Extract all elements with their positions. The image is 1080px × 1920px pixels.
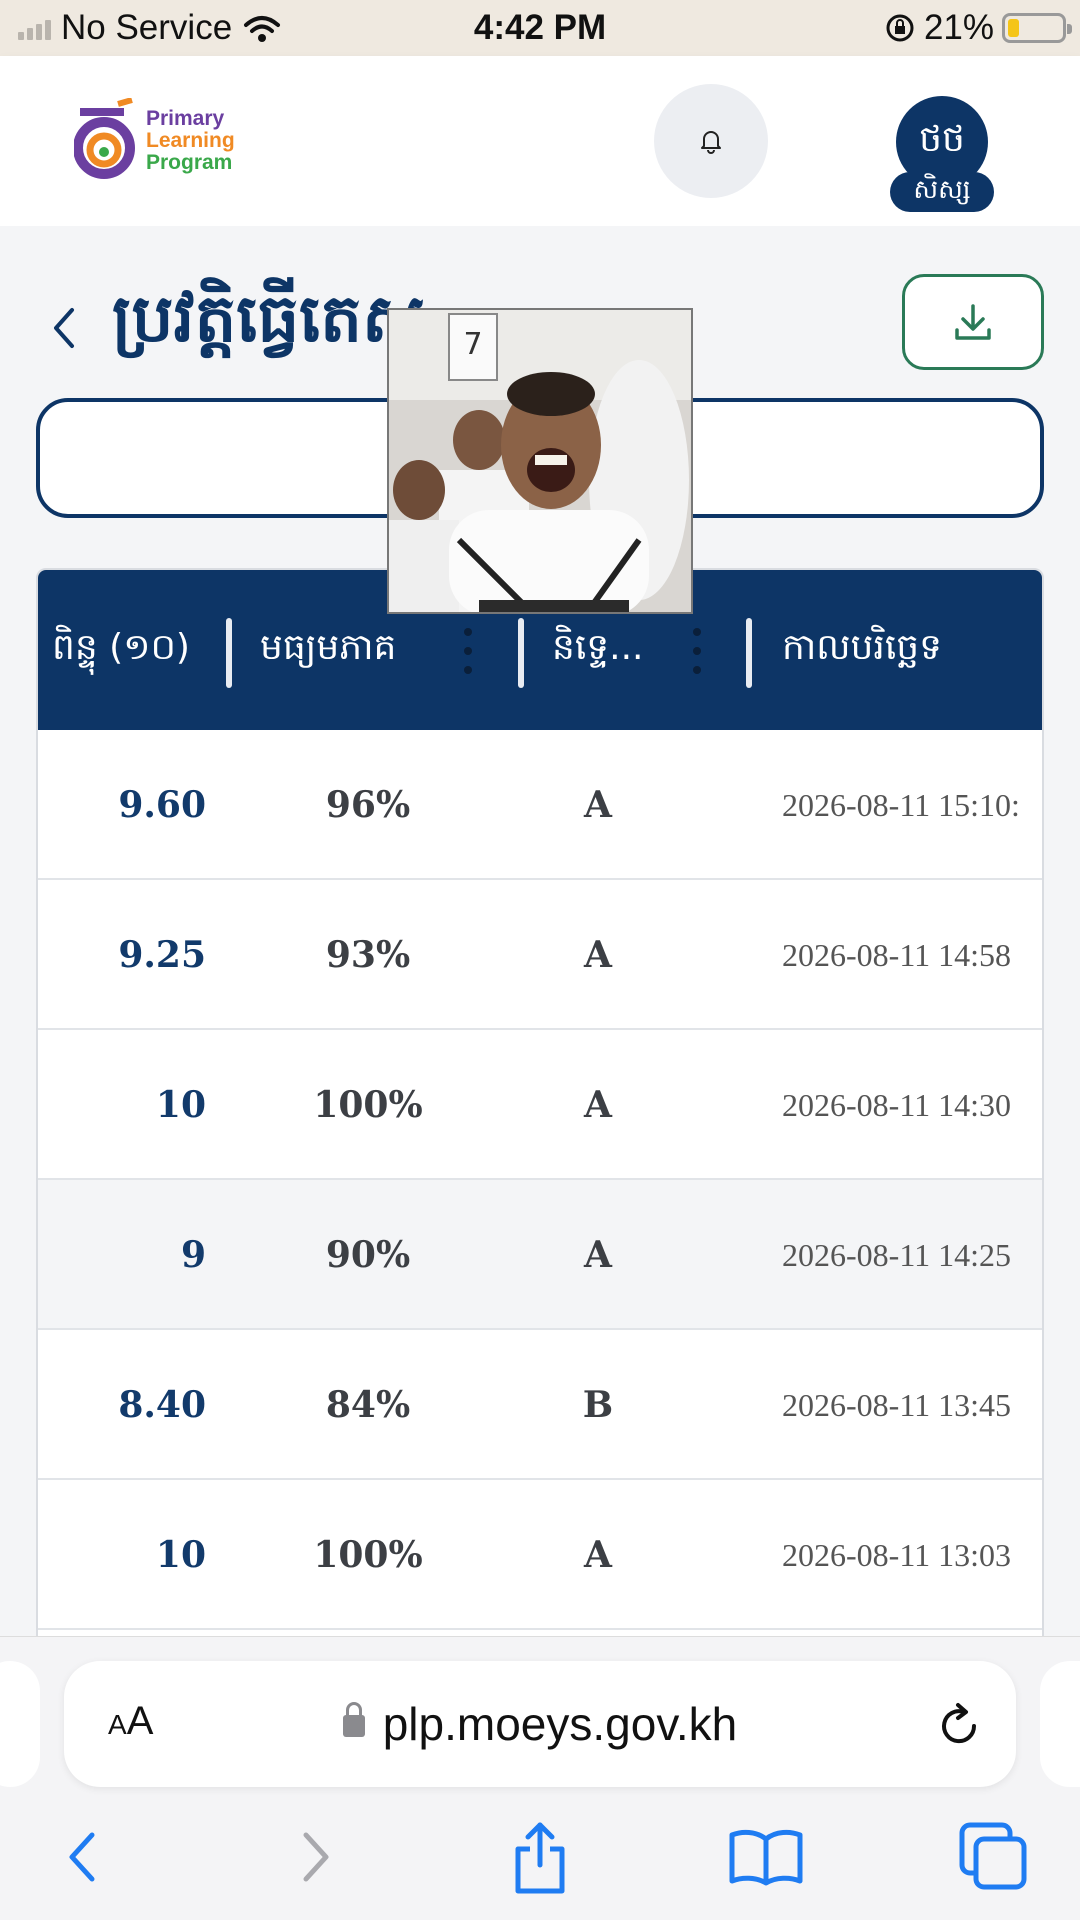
logo-line-1: Primary	[146, 107, 225, 130]
previous-tab-preview[interactable]	[0, 1661, 40, 1787]
cell-date: 2026-08-11 13:45	[782, 1386, 1012, 1423]
orientation-lock-icon	[886, 14, 914, 42]
share-icon	[515, 1822, 565, 1894]
svg-text:7: 7	[463, 327, 482, 362]
logo-text: Primary Learning Program	[146, 108, 235, 174]
battery-percent: 21%	[923, 8, 994, 47]
column-resize-handle[interactable]	[518, 618, 524, 688]
cell-score: 9	[180, 1234, 206, 1276]
cell-date: 2026-08-11 15:10:	[782, 786, 1020, 823]
logo-line-2: Learning	[146, 129, 235, 152]
table-row[interactable]: 9.60 96% A 2026-08-11 15:10:	[38, 730, 1042, 880]
battery-fill	[1008, 19, 1019, 37]
status-bar: No Service 4:42 PM 21%	[0, 0, 1080, 56]
cell-grade: A	[584, 784, 612, 826]
battery-icon	[1002, 13, 1072, 43]
table-row[interactable]: 10 100% A 2026-08-11 14:30	[38, 1030, 1042, 1180]
back-button[interactable]	[44, 298, 84, 358]
address-bar[interactable]: AA plp.moeys.gov.kh	[64, 1661, 1016, 1787]
back-arrow-icon	[69, 1832, 95, 1882]
bell-icon	[701, 131, 721, 154]
chevron-left-icon	[54, 308, 74, 348]
cell-date: 2026-08-11 13:03	[782, 1536, 1012, 1573]
bookmarks-button[interactable]	[726, 1817, 806, 1897]
plp-logo[interactable]: Primary Learning Program	[74, 98, 254, 188]
download-icon	[955, 304, 991, 340]
cell-percent: 84%	[325, 1384, 411, 1426]
table-row[interactable]: 9 90% A 2026-08-11 14:25	[38, 1180, 1042, 1330]
column-header-score[interactable]: ពិន្ទុ (១០)	[52, 570, 190, 730]
cell-grade: A	[584, 1084, 612, 1126]
column-menu-icon[interactable]	[692, 628, 702, 674]
role-badge: សិស្ស	[890, 172, 994, 212]
notification-button[interactable]	[654, 84, 768, 198]
cell-date: 2026-08-11 14:58	[782, 936, 1012, 973]
table-row[interactable]: 8.40 84% B 2026-08-11 13:45	[38, 1330, 1042, 1480]
reload-icon[interactable]	[934, 1701, 984, 1751]
cell-grade: A	[584, 1534, 612, 1576]
cell-score: 9.60	[118, 784, 206, 826]
cell-percent: 100%	[313, 1084, 423, 1126]
cell-score: 8.40	[118, 1384, 206, 1426]
forward-arrow-icon	[303, 1832, 329, 1882]
url-display[interactable]: plp.moeys.gov.kh	[64, 1697, 1016, 1751]
url-text: plp.moeys.gov.kh	[382, 1698, 738, 1750]
cell-grade: A	[584, 1234, 612, 1276]
status-right: 21%	[884, 8, 1072, 48]
browser-back-button[interactable]	[42, 1817, 122, 1897]
column-resize-handle[interactable]	[746, 618, 752, 688]
photo-illustration: 7	[389, 310, 691, 612]
next-tab-preview[interactable]	[1040, 1661, 1080, 1787]
history-table: ពិន្ទុ (១០) មធ្យមភាគ និទ្ទេ... កាលបរិច្ឆ…	[36, 568, 1044, 1636]
role-label: សិស្ស	[913, 175, 971, 205]
share-button[interactable]	[500, 1817, 580, 1897]
cell-score: 10	[155, 1534, 206, 1576]
cell-percent: 90%	[325, 1234, 411, 1276]
cell-percent: 100%	[313, 1534, 423, 1576]
cell-grade: A	[584, 934, 612, 976]
column-header-date[interactable]: កាលបរិច្ឆេទ	[782, 570, 942, 730]
cell-grade: B	[582, 1384, 614, 1426]
cell-score: 10	[155, 1084, 206, 1126]
column-resize-handle[interactable]	[226, 618, 232, 688]
lock-icon	[342, 1701, 365, 1737]
bookmarks-icon	[729, 1829, 803, 1886]
app-header: Primary Learning Program ថថ សិស្ស	[0, 56, 1080, 226]
column-menu-icon[interactable]	[463, 628, 473, 674]
cell-date: 2026-08-11 14:30	[782, 1086, 1012, 1123]
tabs-icon	[959, 1822, 1027, 1890]
overlay-photo: 7	[387, 308, 693, 614]
table-row[interactable]: 10 100% A 2026-08-11 13:03	[38, 1480, 1042, 1630]
page-title: ប្រវត្តិធ្វើតេស្ត	[112, 280, 425, 357]
cell-date: 2026-08-11 14:25	[782, 1236, 1012, 1273]
browser-bottom-bar: AA plp.moeys.gov.kh	[0, 1636, 1080, 1920]
plp-logo-icon	[74, 98, 135, 179]
download-button[interactable]	[902, 274, 1044, 370]
logo-line-3: Program	[146, 151, 233, 174]
tabs-button[interactable]	[954, 1817, 1034, 1897]
cell-score: 9.25	[118, 934, 206, 976]
table-row[interactable]: 9.25 93% A 2026-08-11 14:58	[38, 880, 1042, 1030]
column-header-average[interactable]: មធ្យមភាគ	[260, 570, 396, 730]
cell-percent: 93%	[325, 934, 411, 976]
avatar-initials: ថថ	[919, 118, 965, 160]
cell-percent: 96%	[325, 784, 411, 826]
table-body: 9.60 96% A 2026-08-11 15:10: 9.25 93% A …	[38, 730, 1042, 1630]
browser-forward-button[interactable]	[276, 1817, 356, 1897]
